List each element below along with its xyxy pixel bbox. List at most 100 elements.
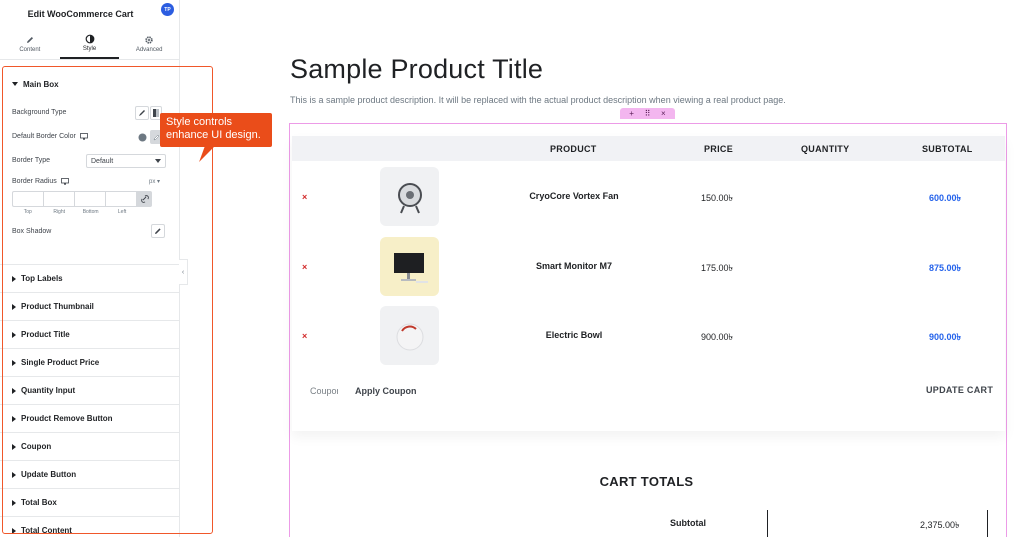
header-quantity: QUANTITY <box>801 144 850 154</box>
panel-title: Edit WooCommerce Cart <box>27 9 134 19</box>
cart-table-header: PRODUCT PRICE QUANTITY SUBTOTAL <box>292 136 1005 161</box>
pencil-icon <box>155 228 161 234</box>
panel-tabs: Content Style Advanced <box>0 28 179 60</box>
product-name[interactable]: CryoCore Vortex Fan <box>492 191 656 201</box>
panel-collapse-button[interactable]: ‹ <box>179 259 188 285</box>
caret-right-icon <box>12 499 16 506</box>
totals-subtotal-label: Subtotal <box>670 518 706 528</box>
avatar[interactable]: TP <box>161 3 174 16</box>
chevron-down-icon <box>155 159 161 163</box>
section-single-product-price[interactable]: Single Product Price <box>0 349 180 377</box>
tab-content[interactable]: Content <box>0 28 60 59</box>
radius-right-input[interactable] <box>43 191 74 207</box>
tab-content-label: Content <box>19 46 41 53</box>
header-subtotal: SUBTOTAL <box>922 144 973 154</box>
section-product-thumbnail[interactable]: Product Thumbnail <box>0 293 180 321</box>
caret-right-icon <box>12 471 16 478</box>
caret-right-icon <box>12 387 16 394</box>
tab-advanced[interactable]: Advanced <box>119 28 179 59</box>
update-cart-button[interactable]: UPDATE CART <box>926 385 993 395</box>
link-values-button[interactable] <box>137 191 152 207</box>
global-color-button[interactable] <box>135 130 149 144</box>
fan-image <box>397 182 422 213</box>
apply-coupon-button[interactable]: Apply Coupon <box>355 386 417 396</box>
product-thumbnail[interactable] <box>380 306 439 365</box>
cart-row: × Electric Bowl 900.00৳ 900.00৳ <box>292 305 1005 367</box>
background-classic-button[interactable] <box>135 106 149 120</box>
panel-header: Edit WooCommerce Cart TP <box>0 0 179 28</box>
close-icon[interactable]: × <box>661 109 666 118</box>
unit-select[interactable]: px ▾ <box>149 178 160 185</box>
brush-icon <box>139 110 145 116</box>
section-top-labels[interactable]: Top Labels <box>0 265 180 293</box>
product-subtotal: 600.00৳ <box>928 193 961 203</box>
coupon-input[interactable]: Coupon code <box>310 386 338 396</box>
remove-item-button[interactable]: × <box>302 192 307 202</box>
section-total-content[interactable]: Total Content <box>0 517 180 537</box>
dim-right-label: Right <box>53 209 66 215</box>
section-remove-button[interactable]: Proudct Remove Button <box>0 405 180 433</box>
widget-edit-handle[interactable]: + ⠿ × <box>620 108 675 119</box>
cart-widget-frame[interactable]: PRODUCT PRICE QUANTITY SUBTOTAL × CryoCo… <box>289 123 1007 537</box>
product-subtotal: 900.00৳ <box>928 332 961 342</box>
product-price: 900.00৳ <box>700 332 733 342</box>
section-main-box-label: Main Box <box>23 79 59 89</box>
radius-left-input[interactable] <box>105 191 137 207</box>
caret-right-icon <box>12 331 16 338</box>
tab-advanced-label: Advanced <box>135 46 163 53</box>
gear-icon <box>145 35 153 44</box>
product-price: 175.00৳ <box>700 263 733 273</box>
product-thumbnail[interactable] <box>380 237 439 296</box>
remove-item-button[interactable]: × <box>302 331 307 341</box>
caret-right-icon <box>12 359 16 366</box>
preview-canvas: Sample Product Title This is a sample pr… <box>188 0 1024 537</box>
tab-style[interactable]: Style <box>59 28 120 59</box>
remove-item-button[interactable]: × <box>302 262 307 272</box>
section-coupon[interactable]: Coupon <box>0 433 180 461</box>
caret-right-icon <box>12 443 16 450</box>
desktop-icon <box>79 133 88 140</box>
monitor-image <box>393 252 428 283</box>
bowl-image <box>396 323 423 350</box>
default-border-color-label: Default Border Color <box>12 133 88 140</box>
desktop-icon <box>60 178 69 185</box>
chevron-left-icon: ‹ <box>181 268 185 276</box>
border-radius-label: Border Radius <box>12 178 69 185</box>
section-quantity-input[interactable]: Quantity Input <box>0 377 180 405</box>
pencil-icon <box>26 36 33 43</box>
product-name[interactable]: Smart Monitor M7 <box>492 261 656 271</box>
section-total-box[interactable]: Total Box <box>0 489 180 517</box>
totals-row: Subtotal 2,375.00৳ <box>290 510 1003 537</box>
section-main-box[interactable]: Main Box <box>0 70 179 98</box>
caret-right-icon <box>12 415 16 422</box>
product-price: 150.00৳ <box>700 193 733 203</box>
add-icon[interactable]: + <box>629 109 634 118</box>
section-update-button[interactable]: Update Button <box>0 461 180 489</box>
radius-top-input[interactable] <box>12 191 43 207</box>
border-radius-dim-labels: Top Right Bottom Left <box>12 209 152 215</box>
caret-right-icon <box>12 303 16 310</box>
link-icon <box>140 195 149 203</box>
dim-top-label: Top <box>23 209 32 215</box>
box-shadow-edit-button[interactable] <box>151 224 165 238</box>
header-product: PRODUCT <box>550 144 597 154</box>
caret-right-icon <box>12 275 16 282</box>
cart-row: × Smart Monitor M7 175.00৳ 875.00৳ <box>292 236 1005 298</box>
radius-bottom-input[interactable] <box>74 191 105 207</box>
totals-subtotal-value: 2,375.00৳ <box>920 520 960 530</box>
page-title: Sample Product Title <box>290 54 544 84</box>
collapsed-sections: Top Labels Product Thumbnail Product Tit… <box>0 264 180 537</box>
globe-icon <box>138 133 146 141</box>
product-thumbnail[interactable] <box>380 167 439 226</box>
header-price: PRICE <box>704 144 734 154</box>
section-product-title[interactable]: Product Title <box>0 321 180 349</box>
drag-handle-icon[interactable]: ⠿ <box>645 109 651 118</box>
cart-totals-title: CART TOTALS <box>599 474 694 489</box>
cart-table: PRODUCT PRICE QUANTITY SUBTOTAL × CryoCo… <box>292 136 1005 431</box>
product-subtotal: 875.00৳ <box>928 263 961 273</box>
eyedropper-icon <box>153 134 159 140</box>
border-type-label: Border Type <box>12 157 51 164</box>
totals-divider <box>987 510 988 537</box>
product-name[interactable]: Electric Bowl <box>492 330 656 340</box>
border-type-select[interactable]: Default <box>86 154 166 168</box>
